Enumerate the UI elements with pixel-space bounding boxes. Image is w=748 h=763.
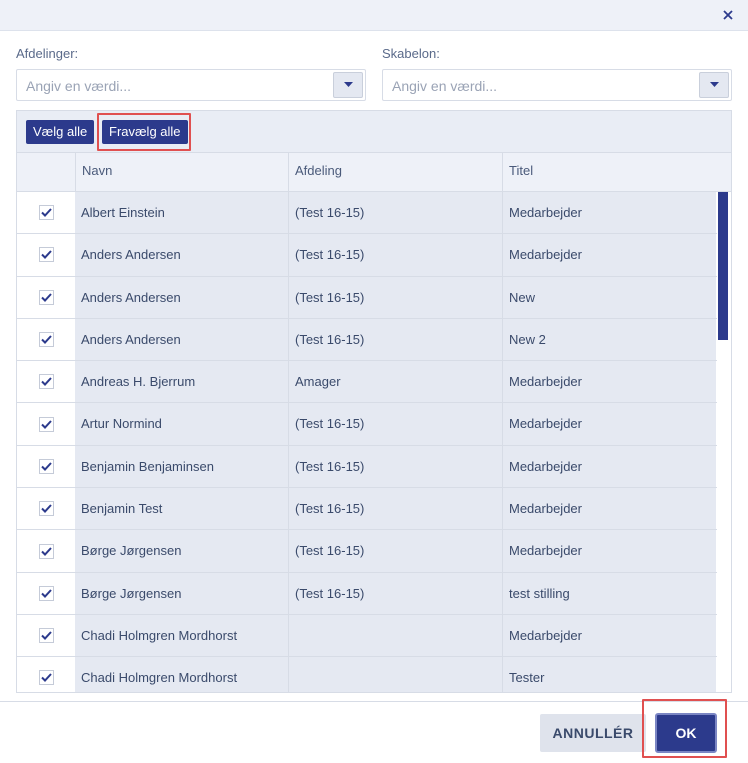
cell-titel: Medarbejder (502, 488, 716, 530)
table-row[interactable]: Chadi Holmgren Mordhorst Medarbejder (17, 614, 717, 658)
departments-select[interactable]: Angiv en værdi... (16, 69, 366, 101)
departments-dropdown-button[interactable] (333, 72, 363, 98)
cell-afdeling: (Test 16-15) (288, 530, 502, 572)
row-checkbox[interactable] (38, 458, 54, 474)
checkmark-icon (40, 631, 52, 641)
template-placeholder: Angiv en værdi... (392, 78, 498, 94)
checkmark-icon (40, 208, 52, 218)
checkmark-icon (40, 673, 52, 683)
close-icon (723, 10, 733, 20)
dialog-header (0, 0, 748, 31)
dialog-footer: ANNULLÉR OK (0, 699, 748, 763)
row-checkbox[interactable] (38, 628, 54, 644)
cell-navn: Benjamin Test (75, 488, 288, 530)
row-checkbox[interactable] (38, 374, 54, 390)
departments-label: Afdelinger: (16, 46, 79, 61)
column-header-navn[interactable]: Navn (75, 153, 288, 191)
cell-afdeling: (Test 16-15) (288, 488, 502, 530)
cell-navn: Chadi Holmgren Mordhorst (75, 657, 288, 692)
cell-titel: Tester (502, 657, 716, 692)
checkmark-icon (40, 335, 52, 344)
grid-header: Navn Afdeling Titel (17, 153, 731, 192)
deselect-all-button[interactable]: Fravælg alle (102, 120, 188, 144)
cell-navn: Artur Normind (75, 403, 288, 445)
cell-afdeling: (Test 16-15) (288, 192, 502, 234)
cell-navn: Anders Andersen (75, 318, 288, 361)
checkmark-icon (40, 546, 52, 556)
column-header-afdeling[interactable]: Afdeling (288, 153, 502, 191)
checkmark-icon (40, 589, 52, 598)
grid-rows: Albert Einstein (Test 16-15) Medarbejder… (17, 192, 717, 692)
table-row[interactable]: Albert Einstein (Test 16-15) Medarbejder (17, 192, 717, 235)
checkmark-icon (40, 419, 52, 429)
row-checkbox[interactable] (38, 670, 54, 686)
template-select[interactable]: Angiv en værdi... (382, 69, 732, 101)
scrollbar-thumb[interactable] (718, 192, 728, 340)
cell-titel: New 2 (502, 318, 716, 361)
row-checkbox[interactable] (38, 332, 54, 348)
checkmark-icon (40, 377, 52, 387)
row-checkbox[interactable] (38, 501, 54, 517)
table-row[interactable]: Anders Andersen (Test 16-15) Medarbejder (17, 234, 717, 277)
column-header-titel[interactable]: Titel (502, 153, 731, 191)
cell-afdeling: (Test 16-15) (288, 403, 502, 445)
cell-afdeling (288, 614, 502, 657)
cell-afdeling: (Test 16-15) (288, 318, 502, 361)
table-row[interactable]: Børge Jørgensen (Test 16-15) Medarbejder (17, 530, 717, 573)
cancel-button[interactable]: ANNULLÉR (540, 714, 646, 752)
employee-grid: Navn Afdeling Titel Albert Einstein (Tes… (16, 152, 732, 693)
row-checkbox[interactable] (38, 416, 54, 432)
cell-navn: Anders Andersen (75, 234, 288, 276)
cell-navn: Børge Jørgensen (75, 572, 288, 614)
cell-titel: Medarbejder (502, 403, 716, 445)
table-row[interactable]: Børge Jørgensen (Test 16-15) test stilli… (17, 572, 717, 615)
table-row[interactable]: Chadi Holmgren Mordhorst Tester (17, 657, 717, 692)
table-row[interactable]: Andreas H. Bjerrum Amager Medarbejder (17, 361, 717, 404)
row-checkbox[interactable] (38, 585, 54, 601)
cell-titel: Medarbejder (502, 530, 716, 572)
row-checkbox[interactable] (38, 289, 54, 305)
table-row[interactable]: Anders Andersen (Test 16-15) New (17, 276, 717, 319)
cell-titel: Medarbejder (502, 192, 716, 234)
row-checkbox[interactable] (38, 205, 54, 221)
chevron-down-icon (343, 82, 353, 87)
row-checkbox[interactable] (38, 543, 54, 559)
cell-afdeling: (Test 16-15) (288, 276, 502, 318)
cell-afdeling (288, 657, 502, 692)
template-dropdown-button[interactable] (699, 72, 729, 98)
cell-titel: Medarbejder (502, 445, 716, 488)
checkmark-icon (40, 462, 52, 471)
grid-toolbar: Vælg alle Fravælg alle (16, 110, 732, 152)
cell-titel: Medarbejder (502, 361, 716, 403)
cell-navn: Andreas H. Bjerrum (75, 361, 288, 403)
cell-afdeling: (Test 16-15) (288, 445, 502, 488)
template-label: Skabelon: (382, 46, 440, 61)
cell-navn: Børge Jørgensen (75, 530, 288, 572)
departments-placeholder: Angiv en værdi... (26, 78, 132, 94)
table-row[interactable]: Anders Andersen (Test 16-15) New 2 (17, 318, 717, 362)
cell-afdeling: Amager (288, 361, 502, 403)
cell-titel: Medarbejder (502, 234, 716, 276)
close-button[interactable] (718, 5, 738, 25)
ok-button[interactable]: OK (655, 713, 717, 753)
table-row[interactable]: Benjamin Test (Test 16-15) Medarbejder (17, 488, 717, 531)
cell-navn: Anders Andersen (75, 276, 288, 318)
checkmark-icon (40, 504, 52, 514)
select-all-button[interactable]: Vælg alle (26, 120, 95, 144)
table-row[interactable]: Artur Normind (Test 16-15) Medarbejder (17, 403, 717, 446)
cell-afdeling: (Test 16-15) (288, 234, 502, 276)
cell-afdeling: (Test 16-15) (288, 572, 502, 614)
cell-navn: Chadi Holmgren Mordhorst (75, 614, 288, 657)
cell-navn: Albert Einstein (75, 192, 288, 234)
grid-scrollbar[interactable] (717, 192, 731, 692)
chevron-down-icon (709, 82, 719, 87)
checkmark-icon (40, 293, 52, 302)
row-checkbox[interactable] (38, 247, 54, 263)
cell-titel: Medarbejder (502, 614, 716, 657)
cell-titel: New (502, 276, 716, 318)
table-row[interactable]: Benjamin Benjaminsen (Test 16-15) Medarb… (17, 445, 717, 489)
cell-titel: test stilling (502, 572, 716, 614)
cell-navn: Benjamin Benjaminsen (75, 445, 288, 488)
checkmark-icon (40, 250, 52, 260)
